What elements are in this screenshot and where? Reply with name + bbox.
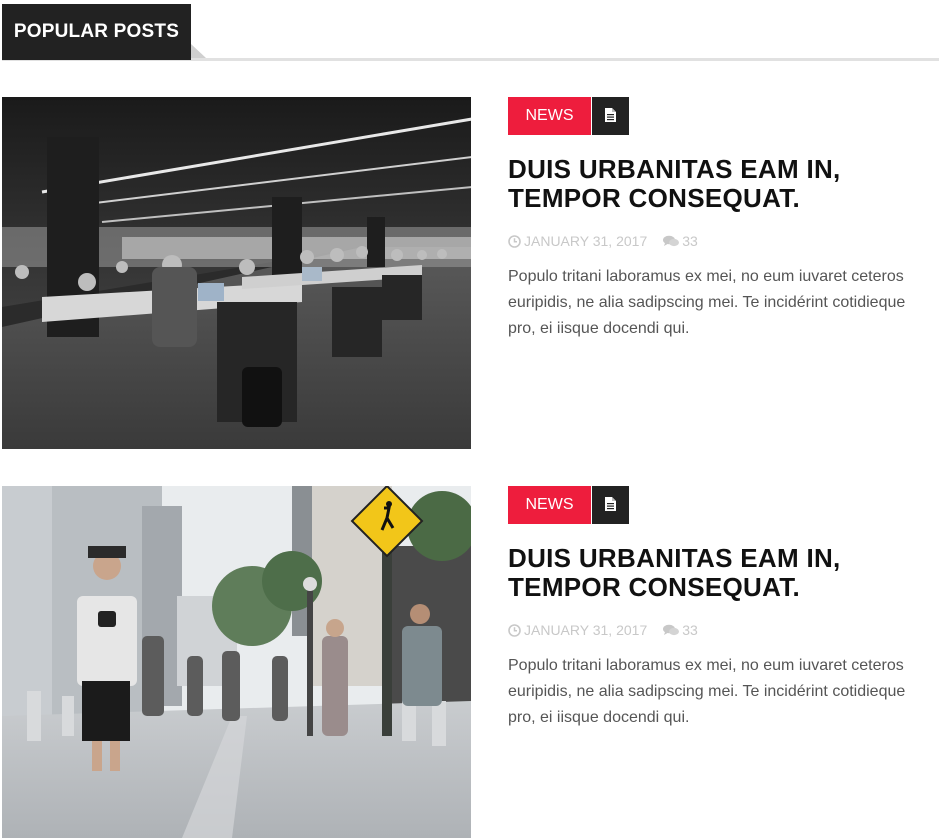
section-title: POPULAR POSTS bbox=[2, 4, 191, 60]
comment-count[interactable]: 33 bbox=[682, 232, 698, 250]
post-thumbnail-street[interactable] bbox=[2, 486, 471, 838]
post-excerpt: Populo tritani laboramus ex mei, no eum … bbox=[508, 268, 906, 337]
post-thumbnail-office[interactable] bbox=[2, 97, 471, 449]
header-tab-corner bbox=[191, 44, 206, 58]
post-excerpt: Populo tritani laboramus ex mei, no eum … bbox=[508, 657, 906, 726]
format-badge bbox=[592, 97, 629, 135]
category-badge[interactable]: NEWS bbox=[508, 97, 591, 135]
post-date: JANUARY 31, 2017 bbox=[524, 622, 648, 639]
post-item: NEWS DUIS URBANITAS EAM IN, TEMPOR CONSE… bbox=[2, 97, 939, 449]
document-icon bbox=[605, 497, 616, 511]
document-icon bbox=[605, 108, 616, 122]
post-info: JANUARY 31, 2017 33 bbox=[508, 620, 698, 638]
post-item: NEWS DUIS URBANITAS EAM IN, TEMPOR CONSE… bbox=[2, 486, 939, 838]
category-badge[interactable]: NEWS bbox=[508, 486, 591, 524]
format-badge bbox=[592, 486, 629, 524]
post-date: JANUARY 31, 2017 bbox=[524, 233, 648, 250]
popular-posts-header: POPULAR POSTS bbox=[2, 4, 939, 61]
clock-icon bbox=[508, 234, 521, 248]
comments-icon bbox=[663, 624, 680, 635]
street-photographer-photo bbox=[2, 486, 471, 838]
post-title[interactable]: DUIS URBANITAS EAM IN, TEMPOR CONSEQUAT. bbox=[508, 544, 928, 602]
clock-icon bbox=[508, 623, 521, 637]
comment-count[interactable]: 33 bbox=[682, 621, 698, 639]
comments-icon bbox=[663, 235, 680, 246]
office-coworking-photo bbox=[2, 97, 471, 449]
post-title[interactable]: DUIS URBANITAS EAM IN, TEMPOR CONSEQUAT. bbox=[508, 155, 928, 213]
post-info: JANUARY 31, 2017 33 bbox=[508, 231, 698, 249]
